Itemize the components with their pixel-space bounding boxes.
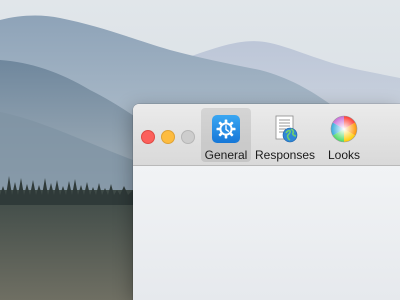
tab-looks-label: Looks	[327, 148, 361, 162]
close-window-button[interactable]	[141, 130, 155, 144]
tab-looks[interactable]: Looks	[321, 108, 367, 162]
document-globe-icon	[275, 115, 298, 143]
minimize-window-button[interactable]	[161, 130, 175, 144]
toolbar: General Responses Looks	[133, 104, 400, 166]
tab-responses[interactable]: Responses	[255, 108, 315, 162]
gear-icon	[212, 115, 240, 143]
tab-general-label: General	[204, 148, 248, 162]
color-wheel-icon	[330, 115, 358, 143]
tab-general[interactable]: General	[201, 108, 251, 162]
preferences-window: General Responses Looks	[133, 104, 400, 300]
zoom-window-button[interactable]	[181, 130, 195, 144]
preferences-content-area	[133, 166, 400, 300]
tab-responses-label: Responses	[254, 148, 316, 162]
